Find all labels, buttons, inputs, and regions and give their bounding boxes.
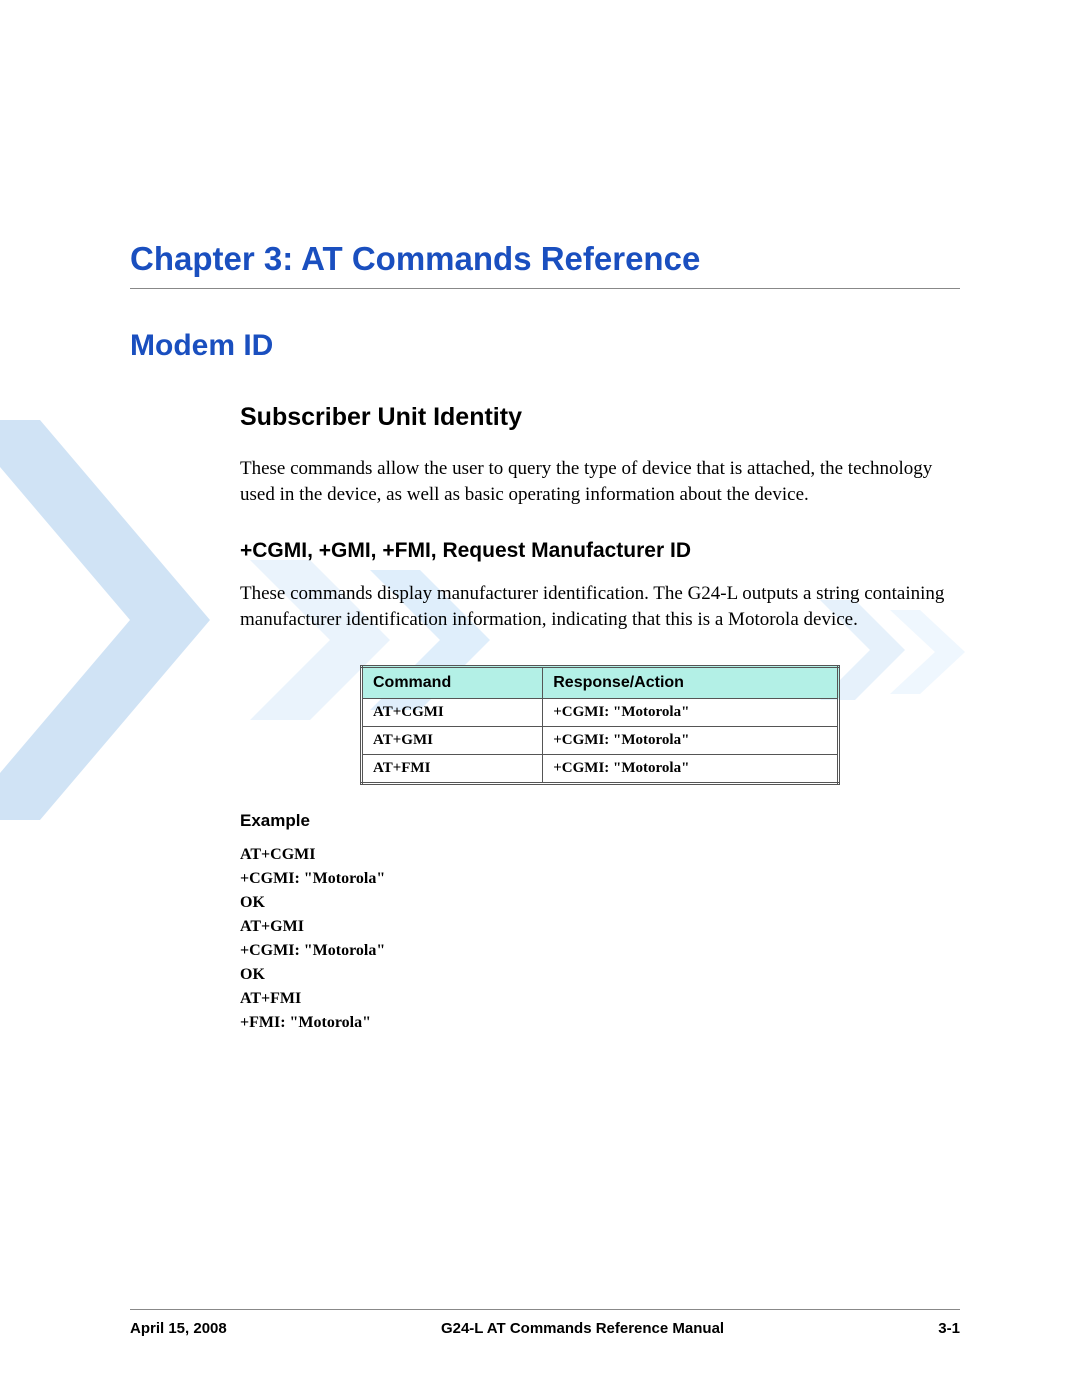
footer-date: April 15, 2008 (130, 1320, 227, 1337)
table-header-command: Command (362, 666, 543, 698)
footer-pagenum: 3-1 (938, 1320, 960, 1337)
table-row: AT+CGMI +CGMI: "Motorola" (362, 698, 839, 726)
command-table: Command Response/Action AT+CGMI +CGMI: "… (360, 665, 840, 785)
subsection-body: These commands allow the user to query t… (240, 456, 960, 507)
subsubsection-title: +CGMI, +GMI, +FMI, Request Manufacturer … (240, 539, 960, 563)
table-cell: AT+CGMI (362, 698, 543, 726)
section-title: Modem ID (130, 329, 960, 363)
table-header-response: Response/Action (543, 666, 839, 698)
table-cell: AT+FMI (362, 754, 543, 783)
subsubsection-body: These commands display manufacturer iden… (240, 581, 960, 632)
table-row: AT+GMI +CGMI: "Motorola" (362, 726, 839, 754)
title-divider (130, 288, 960, 289)
table-cell: +CGMI: "Motorola" (543, 754, 839, 783)
subsection-title: Subscriber Unit Identity (240, 403, 960, 432)
example-block: AT+CGMI +CGMI: "Motorola" OK AT+GMI +CGM… (240, 843, 960, 1035)
chapter-title: Chapter 3: AT Commands Reference (130, 240, 960, 278)
example-title: Example (240, 811, 960, 831)
table-row: AT+FMI +CGMI: "Motorola" (362, 754, 839, 783)
page-footer: April 15, 2008 G24-L AT Commands Referen… (130, 1309, 960, 1337)
footer-title: G24-L AT Commands Reference Manual (441, 1320, 724, 1337)
table-cell: +CGMI: "Motorola" (543, 726, 839, 754)
table-cell: +CGMI: "Motorola" (543, 698, 839, 726)
table-header-row: Command Response/Action (362, 666, 839, 698)
table-cell: AT+GMI (362, 726, 543, 754)
